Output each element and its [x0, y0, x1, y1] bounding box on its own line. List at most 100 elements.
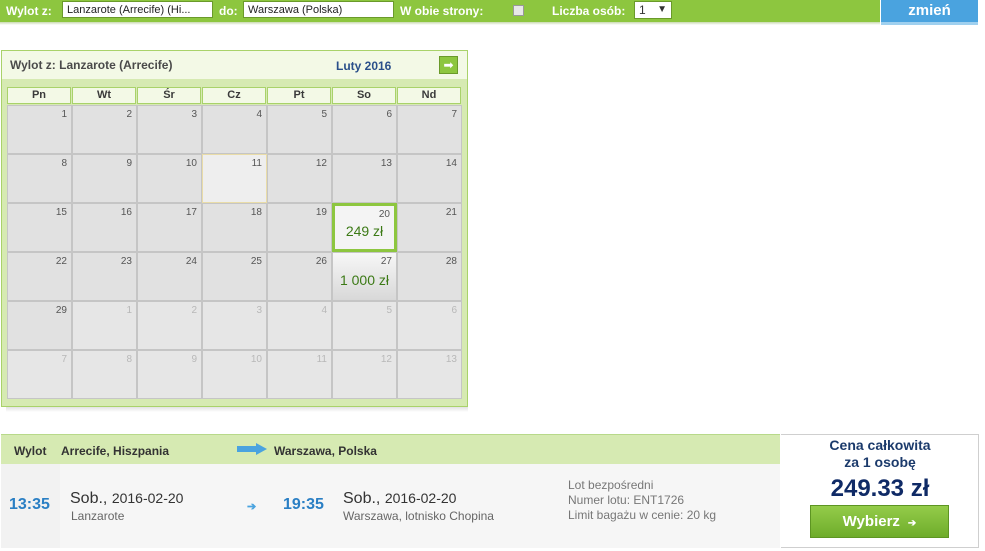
calendar-day: 4	[202, 105, 267, 154]
day-number: 11	[316, 354, 327, 365]
calendar-day: 25	[202, 252, 267, 301]
calendar-month: Luty 2016	[336, 59, 392, 73]
departure-date: Sob., 2016-02-20	[70, 490, 183, 508]
price-title-line1: Cena całkowita	[829, 437, 931, 453]
day-number: 15	[55, 207, 67, 218]
day-number: 8	[61, 158, 67, 169]
flight-origin: Arrecife, Hiszpania	[61, 444, 170, 458]
flight-info: Lot bezpośredni Numer lotu: ENT1726 Limi…	[568, 478, 716, 523]
departure-airport: Lanzarote	[71, 509, 125, 523]
calendar-day: 28	[397, 252, 462, 301]
calendar-day: 2	[72, 105, 137, 154]
departure-day: Sob.,	[70, 490, 108, 507]
day-number: 20	[378, 209, 390, 220]
day-number: 26	[315, 256, 327, 267]
day-number: 5	[386, 305, 392, 316]
search-bar-shadow	[0, 22, 880, 25]
calendar-day: 9	[137, 350, 202, 399]
from-input[interactable]: Lanzarote (Arrecife) (Hi...	[62, 1, 213, 18]
select-button[interactable]: Wybierz ➔	[810, 505, 949, 538]
day-number: 1	[126, 305, 132, 316]
from-label: Wylot z:	[6, 4, 52, 18]
day-number: 4	[256, 109, 262, 120]
day-number: 28	[445, 256, 457, 267]
arrow-right-icon: ➡	[443, 58, 454, 72]
day-number: 19	[315, 207, 327, 218]
arrow-right-icon: ➔	[907, 518, 917, 529]
day-number: 1	[61, 109, 67, 120]
calendar-day: 2	[137, 301, 202, 350]
calendar-day: 6	[332, 105, 397, 154]
day-number: 2	[191, 305, 197, 316]
calendar-day: 8	[7, 154, 72, 203]
calendar: Wylot z: Lanzarote (Arrecife) Luty 2016 …	[1, 50, 468, 407]
day-number: 14	[445, 158, 457, 169]
calendar-day: 13	[397, 350, 462, 399]
calendar-day: 3	[202, 301, 267, 350]
day-number: 10	[250, 354, 262, 365]
day-number: 3	[256, 305, 262, 316]
weekday-row: Pn Wt Śr Cz Pt So Nd	[7, 87, 462, 105]
flight-row-left: 13:35	[1, 464, 58, 548]
next-month-button[interactable]: ➡	[439, 56, 458, 74]
total-price: 249.33 zł	[830, 475, 930, 502]
calendar-day: 11	[267, 350, 332, 399]
calendar-day-priced[interactable]: 27 1 000 zł	[332, 252, 397, 301]
calendar-day: 1	[7, 105, 72, 154]
persons-value: 1	[639, 3, 646, 17]
calendar-day: 5	[332, 301, 397, 350]
calendar-day: 9	[72, 154, 137, 203]
calendar-day: 10	[137, 154, 202, 203]
day-number: 29	[55, 305, 67, 316]
day-number: 21	[445, 207, 457, 218]
calendar-day: 19	[267, 203, 332, 252]
arrival-day: Sob.,	[343, 490, 381, 507]
calendar-day: 13	[332, 154, 397, 203]
day-number: 25	[250, 256, 262, 267]
weekday-header: So	[332, 87, 396, 104]
arrival-date-value: 2016-02-20	[384, 490, 457, 506]
calendar-day: 21	[397, 203, 462, 252]
calendar-day: 22	[7, 252, 72, 301]
weekday-header: Śr	[137, 87, 201, 104]
calendar-day: 7	[7, 350, 72, 399]
calendar-day: 12	[332, 350, 397, 399]
arrival-time: 19:35	[283, 496, 324, 513]
calendar-day: 4	[267, 301, 332, 350]
day-number: 13	[445, 354, 457, 365]
change-button[interactable]: zmień	[881, 0, 978, 22]
calendar-day-priced[interactable]: 20 249 zł	[332, 203, 397, 252]
arrow-right-icon: ➔	[247, 501, 257, 513]
calendar-day: 7	[397, 105, 462, 154]
calendar-day: 10	[202, 350, 267, 399]
departure-time: 13:35	[9, 496, 50, 513]
persons-select[interactable]: 1 ▼	[634, 1, 672, 19]
flight-number: Numer lotu: ENT1726	[568, 493, 685, 507]
day-number: 4	[321, 305, 327, 316]
calendar-day: 26	[267, 252, 332, 301]
day-number: 6	[386, 109, 392, 120]
calendar-header: Wylot z: Lanzarote (Arrecife) Luty 2016 …	[2, 51, 467, 79]
calendar-shadow	[6, 407, 468, 412]
calendar-day: 23	[72, 252, 137, 301]
flight-destination: Warszawa, Polska	[274, 444, 377, 458]
calendar-day: 8	[72, 350, 137, 399]
day-number: 2	[126, 109, 132, 120]
calendar-day: 17	[137, 203, 202, 252]
calendar-day: 29	[7, 301, 72, 350]
day-number: 10	[185, 158, 197, 169]
day-number: 23	[120, 256, 132, 267]
roundtrip-checkbox[interactable]	[513, 5, 524, 16]
flight-header: Wylot Arrecife, Hiszpania Warszawa, Pols…	[1, 434, 780, 464]
calendar-day: 12	[267, 154, 332, 203]
arrival-airport: Warszawa, lotnisko Chopina	[343, 509, 494, 523]
direction-arrow-icon	[237, 443, 267, 455]
weekday-header: Wt	[72, 87, 136, 104]
day-number: 18	[250, 207, 262, 218]
to-label: do:	[219, 4, 238, 18]
search-bar: Wylot z: Lanzarote (Arrecife) (Hi... do:…	[0, 0, 880, 22]
calendar-day: 1	[72, 301, 137, 350]
flight-row[interactable]: 13:35 Sob., 2016-02-20 Lanzarote ➔ 19:35…	[1, 464, 780, 548]
to-input[interactable]: Warszawa (Polska)	[243, 1, 394, 18]
persons-label: Liczba osób:	[552, 4, 626, 18]
